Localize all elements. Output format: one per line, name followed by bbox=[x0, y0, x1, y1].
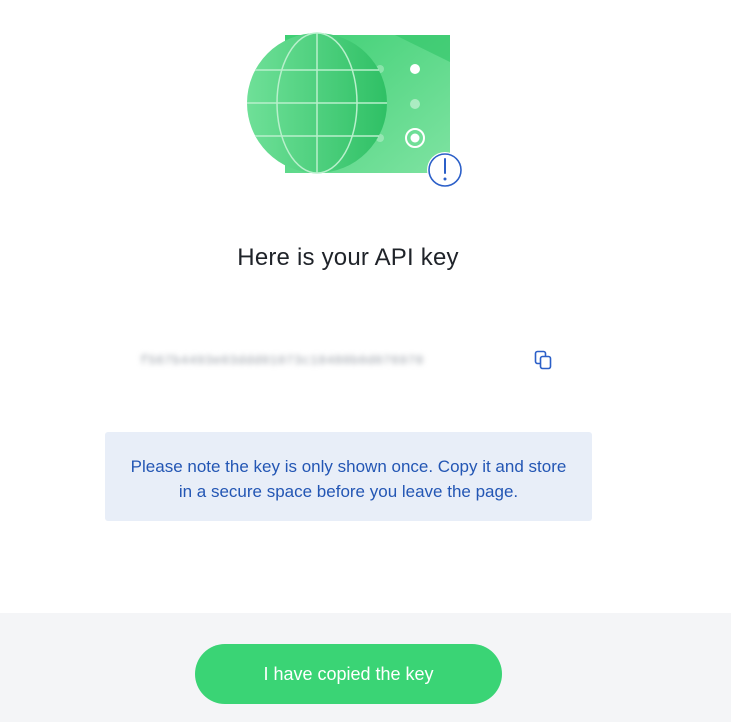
copy-icon bbox=[534, 350, 552, 370]
confirm-copied-button[interactable]: I have copied the key bbox=[195, 644, 502, 704]
api-key-row: f567b4493e03ddd01073c18480b0d076970 bbox=[140, 346, 554, 374]
api-key-value[interactable]: f567b4493e03ddd01073c18480b0d076970 bbox=[140, 353, 522, 368]
notice-box: Please note the key is only shown once. … bbox=[105, 432, 592, 521]
notice-text: Please note the key is only shown once. … bbox=[130, 457, 567, 501]
api-key-dialog: Here is your API key f567b4493e03ddd0107… bbox=[0, 0, 731, 722]
dialog-footer: I have copied the key bbox=[0, 613, 731, 722]
copy-button[interactable] bbox=[532, 349, 554, 371]
exclamation-icon bbox=[427, 152, 463, 188]
globe-key-illustration bbox=[247, 32, 463, 188]
page-title: Here is your API key bbox=[237, 244, 459, 271]
